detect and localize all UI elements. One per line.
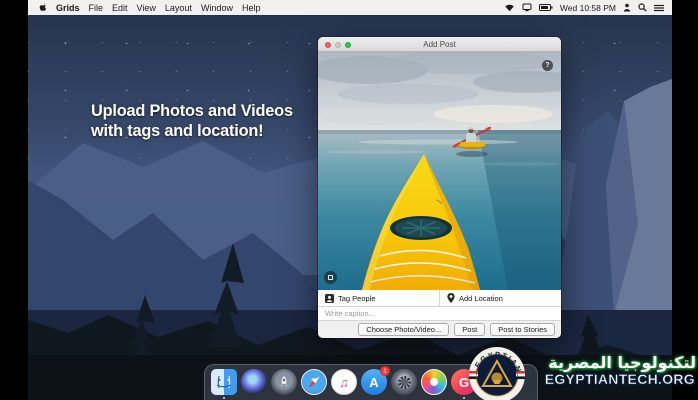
promo-headline: Upload Photos and Videos with tags and l…: [91, 101, 293, 141]
post-to-stories-button[interactable]: Post to Stories: [490, 323, 555, 337]
add-post-window: Add Post: [318, 37, 561, 338]
user-icon[interactable]: [623, 3, 631, 12]
dock-itunes-icon[interactable]: ♫: [331, 369, 357, 395]
caption-input[interactable]: [318, 309, 561, 318]
watermark-arabic-text: لتكنولوجيا المصرية: [548, 353, 696, 372]
dock-indicator-dot: [223, 397, 226, 400]
wifi-icon[interactable]: [504, 3, 515, 12]
promo-headline-line1: Upload Photos and Videos: [91, 101, 293, 121]
appstore-badge: 1: [380, 366, 390, 376]
help-button[interactable]: ?: [542, 60, 553, 71]
display-area: Grids File Edit View Layout Window Help …: [28, 0, 672, 400]
dock-system-preferences-icon[interactable]: [391, 369, 417, 395]
apple-menu-icon[interactable]: [38, 3, 47, 13]
promo-headline-line2: with tags and location!: [91, 121, 293, 141]
dock-siri-icon[interactable]: [241, 369, 267, 395]
dock-indicator-dot: [463, 397, 466, 400]
search-icon[interactable]: [638, 3, 647, 12]
battery-icon[interactable]: [539, 4, 553, 11]
dock-finder-icon[interactable]: [211, 369, 237, 395]
menu-bar: Grids File Edit View Layout Window Help …: [28, 0, 672, 15]
menu-clock[interactable]: Wed 10:58 PM: [560, 3, 616, 13]
tag-people-label: Tag People: [338, 294, 376, 303]
tag-people-button[interactable]: Tag People: [318, 290, 439, 306]
notification-list-icon[interactable]: [654, 4, 664, 12]
itunes-note-glyph: ♫: [339, 375, 349, 390]
zoom-button[interactable]: [345, 42, 351, 48]
window-titlebar[interactable]: Add Post: [318, 37, 561, 52]
menu-layout[interactable]: Layout: [165, 3, 192, 13]
appstore-letter: A: [369, 375, 378, 390]
add-location-button[interactable]: Add Location: [439, 290, 561, 306]
kayak-photo: [318, 52, 561, 290]
dock-photos-icon[interactable]: [421, 369, 447, 395]
choose-photo-video-button[interactable]: Choose Photo/Video...: [358, 323, 449, 337]
close-button[interactable]: [325, 42, 331, 48]
expand-photo-button[interactable]: [324, 271, 337, 284]
app-menu-grids[interactable]: Grids: [56, 3, 80, 13]
dock-safari-icon[interactable]: [301, 369, 327, 395]
menu-window[interactable]: Window: [201, 3, 233, 13]
egyptiantech-logo: EGYPTIAN: [468, 346, 526, 400]
window-button-bar: Choose Photo/Video... Post Post to Stori…: [318, 321, 561, 338]
tag-people-icon: [325, 294, 334, 303]
dock-appstore-icon[interactable]: A 1: [361, 369, 387, 395]
display-mirroring-icon[interactable]: [522, 3, 532, 12]
location-pin-icon: [447, 293, 455, 303]
menu-view[interactable]: View: [137, 3, 156, 13]
tag-location-bar: Tag People Add Location: [318, 290, 561, 307]
dock-launchpad-icon[interactable]: [271, 369, 297, 395]
minimize-button[interactable]: [335, 42, 341, 48]
menu-edit[interactable]: Edit: [112, 3, 128, 13]
menu-help[interactable]: Help: [242, 3, 261, 13]
menu-file[interactable]: File: [89, 3, 104, 13]
post-photo-preview: ?: [318, 52, 561, 290]
caption-row: [318, 307, 561, 321]
watermark-site-text: EGYPTIANTECH.ORG: [545, 371, 695, 387]
window-title: Add Post: [423, 40, 455, 49]
post-button[interactable]: Post: [454, 323, 485, 337]
macos-desktop: Grids File Edit View Layout Window Help …: [0, 0, 698, 400]
add-location-label: Add Location: [459, 294, 503, 303]
